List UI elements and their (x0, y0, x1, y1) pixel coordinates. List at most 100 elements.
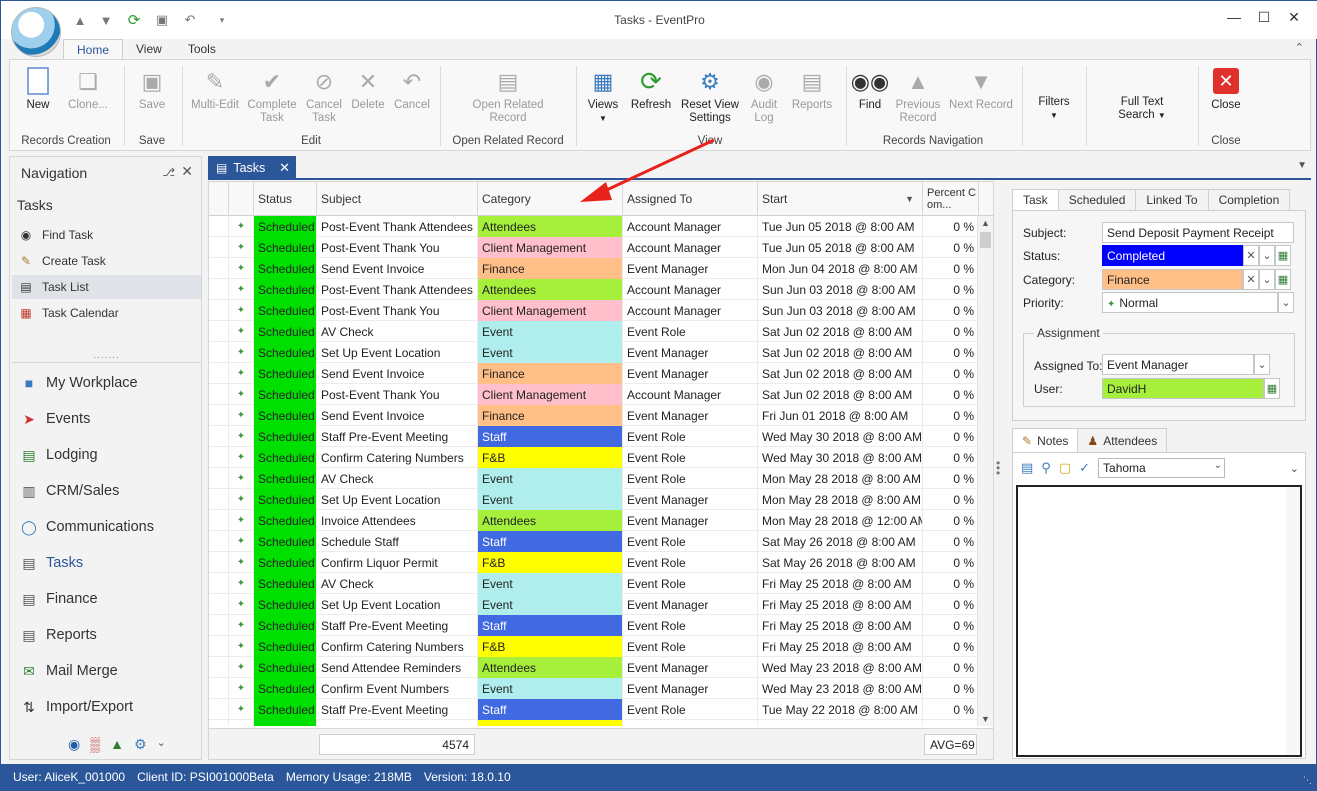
column-header-category[interactable]: Category (478, 182, 623, 216)
table-row[interactable]: ✦ Scheduled AV Check Event Event Role Fri May… (209, 573, 979, 594)
cell-percent-complete[interactable]: 0 % (923, 258, 979, 279)
table-row[interactable]: ✦ Scheduled Staff Pre-Event Meeting Staff Ev… (209, 699, 979, 720)
table-row[interactable]: ✦ Scheduled Post-Event Thank You Client Man… (209, 237, 979, 258)
cell-category[interactable]: Attendees (478, 279, 623, 300)
row-indicator[interactable] (209, 258, 229, 279)
nav-events[interactable]: ➤ Events (20, 404, 90, 434)
cell-subject[interactable]: Set Up Event Location (317, 594, 478, 615)
cell-subject[interactable]: Set Up Event Location (317, 342, 478, 363)
table-row[interactable]: ✦ Scheduled Set Up Event Location Event Even… (209, 489, 979, 510)
panel-splitter[interactable]: • • • (996, 457, 1000, 479)
nav-communications[interactable]: ◯ Communications (20, 512, 154, 542)
app-logo[interactable] (11, 7, 61, 57)
cell-percent-complete[interactable]: 0 % (923, 384, 979, 405)
table-row[interactable]: ✦ScheduledConfirm Catering NumbersF&BEve… (209, 636, 979, 657)
cell-percent-complete[interactable]: 0 % (923, 237, 979, 258)
cell-assigned-to[interactable]: Account Manager (623, 237, 758, 258)
cell-start[interactable]: Fri May 25 2018 @ 8:00 AM (758, 615, 923, 636)
multi-edit-button[interactable]: ✎ Multi-Edit (188, 64, 242, 132)
nav-my-workplace[interactable]: ■ My Workplace (20, 368, 138, 398)
cell-subject[interactable]: Staff Pre-Event Meeting (317, 615, 478, 636)
cell-start[interactable]: Tue Jun 05 2018 @ 8:00 AM (758, 216, 923, 237)
cancel-task-button[interactable]: ⊘ Cancel Task (302, 64, 346, 132)
row-indicator[interactable] (209, 237, 229, 258)
cell-percent-complete[interactable]: 0 % (923, 216, 979, 237)
cell-subject[interactable]: Post-Event Thank You (317, 384, 478, 405)
views-button[interactable]: ▦ Views ▼ (584, 64, 622, 132)
scroll-thumb[interactable] (980, 232, 991, 248)
user-field[interactable]: DavidH (1102, 378, 1264, 399)
cell-category[interactable]: Attendees (478, 510, 623, 531)
cell-start[interactable]: Fri Jun 01 2018 @ 8:00 AM (758, 405, 923, 426)
cell-assigned-to[interactable]: Event Manager (623, 363, 758, 384)
complete-task-button[interactable]: ✔ Complete Task (244, 64, 300, 132)
cell-percent-complete[interactable]: 0 % (923, 300, 979, 321)
cell-percent-complete[interactable]: 0 % (923, 573, 979, 594)
cell-status[interactable]: Scheduled (254, 216, 317, 237)
clear-x-icon[interactable]: ✕ (1243, 245, 1259, 266)
tab-notes[interactable]: ✎ Notes (1012, 428, 1079, 452)
cell-status[interactable]: Scheduled (254, 552, 317, 573)
cell-percent-complete[interactable]: 0 % (923, 720, 979, 726)
tab-completion[interactable]: Completion (1207, 189, 1291, 210)
cell-start[interactable]: Sun Jun 03 2018 @ 8:00 AM (758, 300, 923, 321)
tab-scheduled[interactable]: Scheduled (1057, 189, 1137, 210)
cell-assigned-to[interactable]: Event Manager (623, 510, 758, 531)
find-text-icon[interactable]: ⚲ (1041, 460, 1051, 476)
cell-assigned-to[interactable]: Event Role (623, 531, 758, 552)
cell-percent-complete[interactable]: 0 % (923, 552, 979, 573)
table-row[interactable]: ✦ Scheduled Staff Pre-Event Meeting Staff Ev… (209, 615, 979, 636)
cell-status[interactable]: Scheduled (254, 258, 317, 279)
next-record-button[interactable]: ▼ Next Record (948, 64, 1014, 132)
cell-status[interactable]: Scheduled (254, 363, 317, 384)
audit-log-button[interactable]: ◉ Audit Log (746, 64, 782, 132)
close-button[interactable]: ✕ Close (1208, 64, 1244, 132)
maximize-button[interactable]: ☐ (1251, 9, 1277, 31)
tab-linked-to[interactable]: Linked To (1135, 189, 1209, 210)
cell-percent-complete[interactable]: 0 % (923, 363, 979, 384)
nav-lodging[interactable]: ▤ Lodging (20, 440, 97, 470)
cell-status[interactable]: Scheduled (254, 489, 317, 510)
grid-lookup-icon[interactable]: ▦ (1275, 269, 1291, 290)
cell-assigned-to[interactable]: Event Role (623, 615, 758, 636)
close-window-button[interactable]: ✕ (1281, 9, 1307, 31)
cell-start[interactable]: Tue May 22 2018 @ 8:00 AM (758, 699, 923, 720)
table-row[interactable]: ✦ Scheduled Send Event Invoice Finance Event… (209, 258, 979, 279)
reset-view-settings-button[interactable]: ⚙ Reset View Settings (678, 64, 742, 132)
cancel-button[interactable]: ↶ Cancel (392, 64, 432, 132)
cell-percent-complete[interactable]: 0 % (923, 594, 979, 615)
table-row[interactable]: ✦ScheduledConfirm Catering NumbersF&BEve… (209, 447, 979, 468)
cell-start[interactable]: Fri May 25 2018 @ 8:00 AM (758, 636, 923, 657)
cell-subject[interactable]: Post-Event Thank You (317, 300, 478, 321)
row-indicator[interactable] (209, 615, 229, 636)
nav-create-task[interactable]: ✎ Create Task (12, 249, 201, 273)
table-row[interactable]: ✦ Scheduled Post-Event Thank You Client Man… (209, 384, 979, 405)
nav-tasks[interactable]: ▤ Tasks (20, 548, 83, 578)
cell-category[interactable]: Attendees (478, 657, 623, 678)
close-tab-icon[interactable]: ✕ (279, 160, 290, 176)
cell-percent-complete[interactable]: 0 % (923, 405, 979, 426)
cell-subject[interactable]: Confirm Event Numbers (317, 678, 478, 699)
category-field[interactable]: Finance (1102, 269, 1243, 290)
cell-percent-complete[interactable]: 0 % (923, 447, 979, 468)
row-indicator[interactable] (209, 300, 229, 321)
cell-category[interactable]: Event (478, 468, 623, 489)
cell-subject[interactable]: Send Event Invoice (317, 363, 478, 384)
nav-task-list[interactable]: ▤ Task List (12, 275, 201, 299)
table-row[interactable]: ✦ Scheduled AV Check Event Event Role Sat Jun… (209, 321, 979, 342)
editor-scrollbar[interactable] (1286, 487, 1300, 755)
spellcheck-icon[interactable]: ✓ (1079, 460, 1090, 476)
cell-status[interactable]: Scheduled (254, 237, 317, 258)
cell-assigned-to[interactable]: Event Manager (623, 342, 758, 363)
row-indicator[interactable] (209, 510, 229, 531)
cell-percent-complete[interactable]: 0 % (923, 321, 979, 342)
cell-assigned-to[interactable]: Event Role (623, 447, 758, 468)
pin-icon[interactable]: ⎇ (162, 166, 175, 179)
cell-assigned-to[interactable]: Account Manager (623, 216, 758, 237)
cell-category[interactable]: Staff (478, 531, 623, 552)
cell-category[interactable]: Staff (478, 699, 623, 720)
table-row[interactable]: ✦ Scheduled Send Event Invoice Finance Event… (209, 363, 979, 384)
cell-category[interactable]: Event (478, 573, 623, 594)
cell-category[interactable]: Event (478, 678, 623, 699)
cell-assigned-to[interactable]: Event Role (623, 321, 758, 342)
